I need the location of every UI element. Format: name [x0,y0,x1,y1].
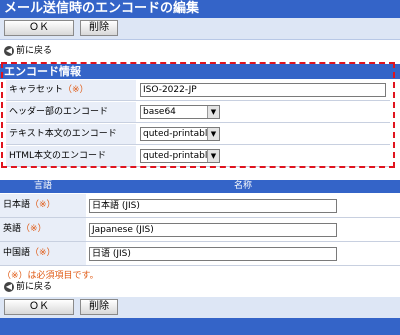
charset-row: キャラセット（※） ISO-2022-JP [6,80,390,101]
name-input[interactable]: 日本語 (JIS) [89,199,337,213]
back-link-label: 前に戻る [16,46,53,56]
table-row: 英語（※） Japanese (JIS) [0,218,400,242]
language-table-header: 言語 名称 [0,180,400,193]
back-link-bottom[interactable]: ◀ 前に戻る [4,280,52,294]
table-row: 日本語（※） 日本語 (JIS) [0,194,400,218]
header-encoding-select[interactable]: base64 ▼ [140,105,220,119]
html-encoding-select[interactable]: quted-printable ▼ [140,149,220,163]
delete-button[interactable]: 削除 [80,20,118,36]
name-input[interactable]: 日语 (JIS) [89,247,337,261]
text-encoding-select[interactable]: quted-printable ▼ [140,127,220,141]
chevron-down-icon: ▼ [207,150,219,162]
column-header-name: 名称 [233,181,252,191]
table-row: 中国語（※） 日语 (JIS) [0,242,400,266]
text-encoding-row: テキスト本文のエンコード quted-printable ▼ [6,124,390,145]
header-encoding-label: ヘッダー部のエンコード [6,102,136,122]
ok-button-bottom[interactable]: ＯＫ [4,299,74,315]
ok-button[interactable]: ＯＫ [4,20,74,36]
name-input[interactable]: Japanese (JIS) [89,223,337,237]
language-label: 中国語（※） [0,242,86,265]
page-title: メール送信時のエンコードの編集 [0,0,400,18]
html-encoding-label: HTML本文のエンコード [6,146,136,166]
chevron-down-icon: ▼ [207,106,219,118]
delete-button-bottom[interactable]: 削除 [80,299,118,315]
charset-label: キャラセット（※） [6,80,136,100]
html-encoding-row: HTML本文のエンコード quted-printable ▼ [6,146,390,167]
language-label: 日本語（※） [0,194,86,217]
required-mark: （※） [63,85,89,95]
back-arrow-icon: ◀ [4,282,14,292]
back-arrow-icon: ◀ [4,46,14,56]
header-encoding-row: ヘッダー部のエンコード base64 ▼ [6,102,390,123]
footer-bar [0,318,400,335]
back-link[interactable]: ◀ 前に戻る [4,44,52,58]
section-title: エンコード情報 [0,64,400,79]
back-link-label: 前に戻る [16,282,53,292]
column-header-language: 言語 [33,181,52,191]
text-encoding-label: テキスト本文のエンコード [6,124,136,144]
language-label: 英語（※） [0,218,86,241]
bottom-toolbar: ＯＫ 削除 [0,297,400,319]
charset-input[interactable]: ISO-2022-JP [140,83,386,97]
chevron-down-icon: ▼ [207,128,219,140]
top-toolbar: ＯＫ 削除 [0,18,400,40]
